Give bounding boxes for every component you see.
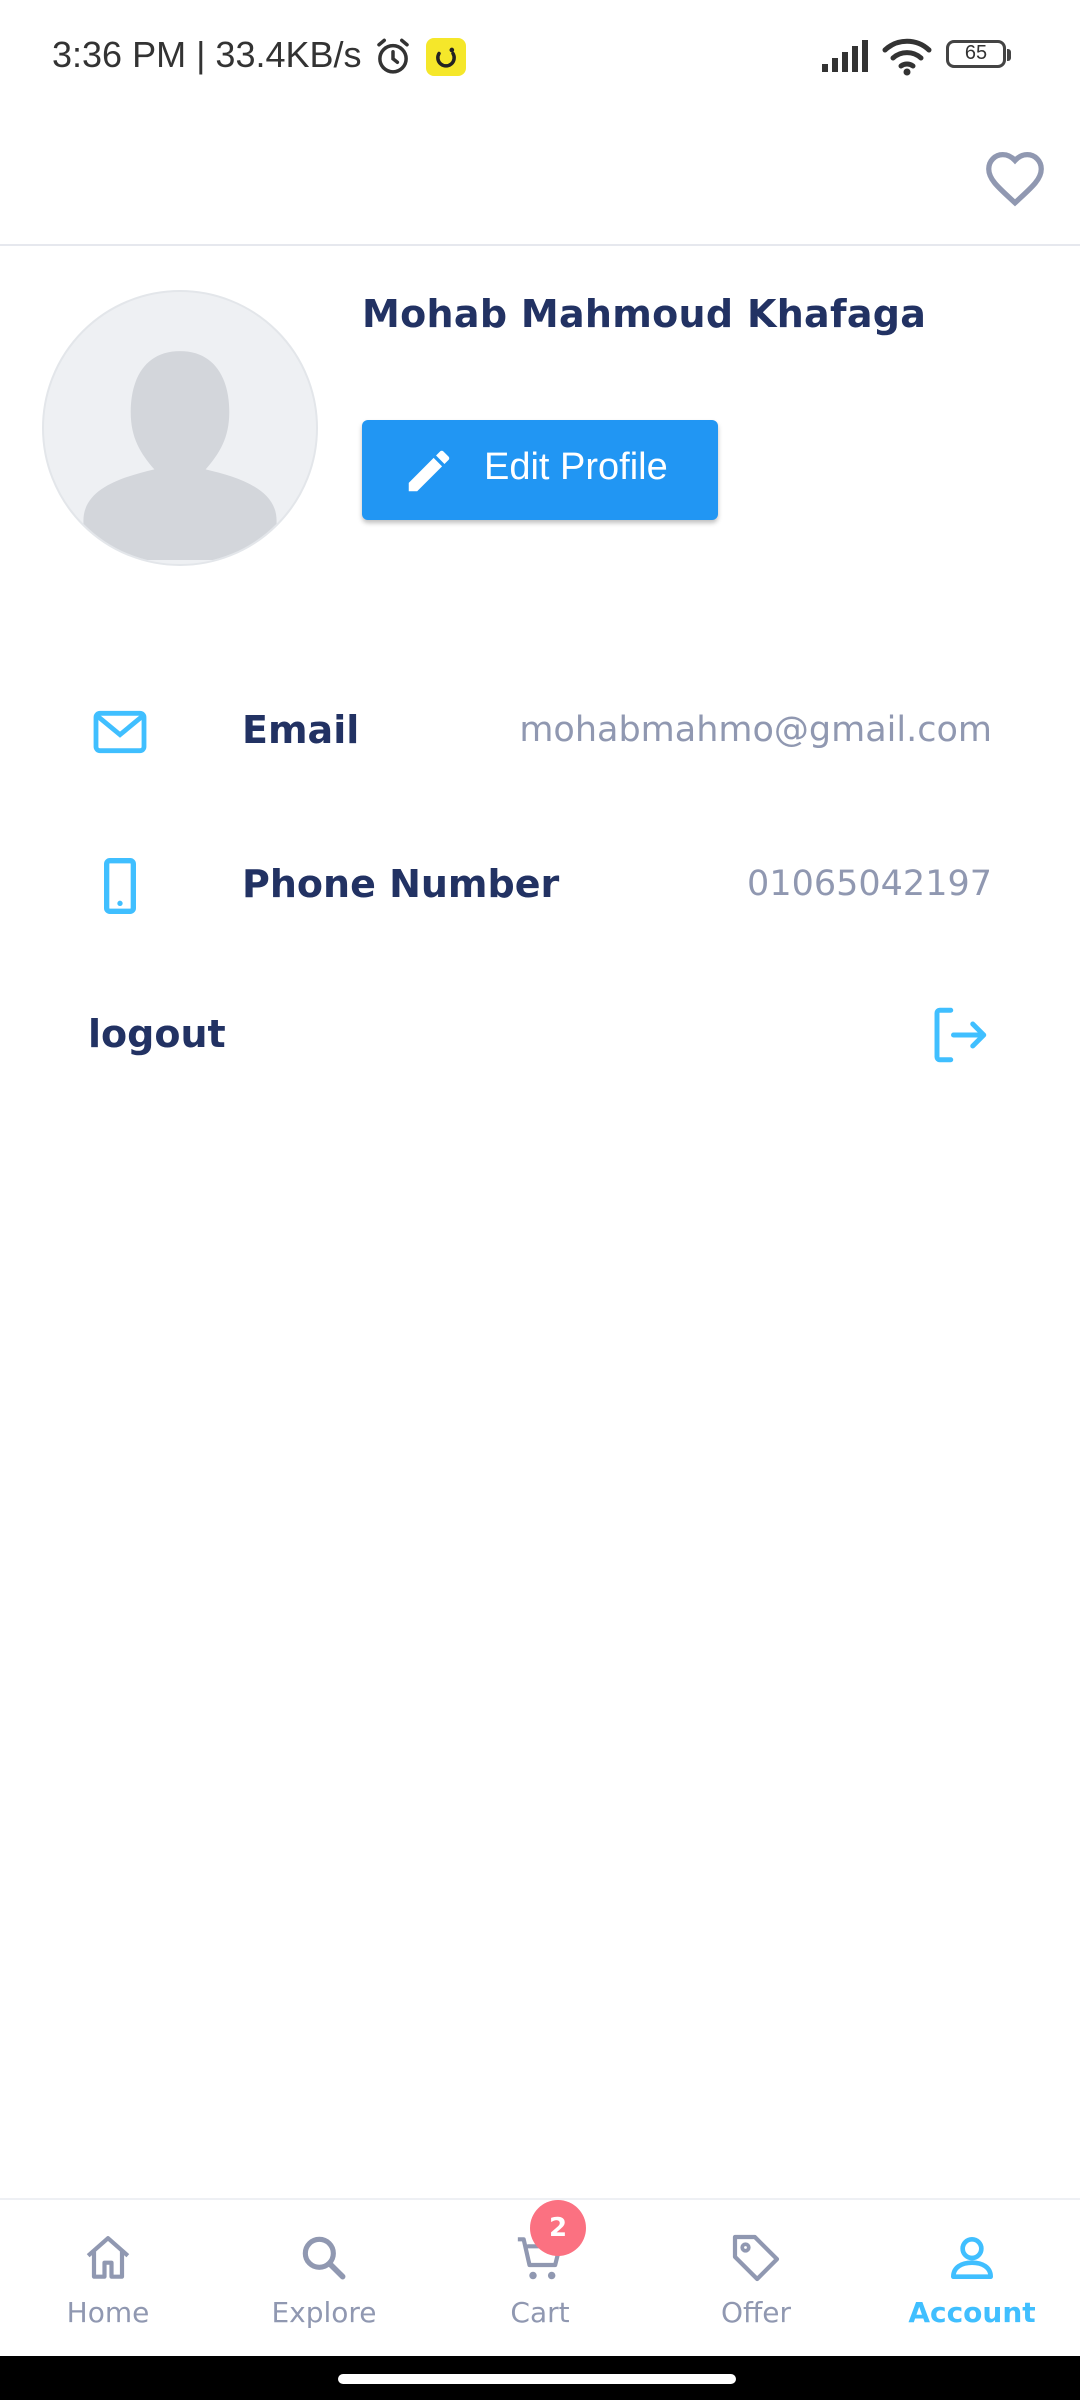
app-notification-icon [426,38,466,76]
nav-account[interactable]: Account [864,2200,1080,2358]
gesture-bar [0,2356,1080,2400]
nav-offer-label: Offer [720,2296,792,2329]
status-bar: 3:36 PM | 33.4KB/s 65 [0,0,1080,115]
logout-icon[interactable] [926,1002,992,1068]
tag-icon [732,2234,780,2282]
phone-icon [104,858,136,914]
app-bar [0,115,1080,246]
home-gesture-handle[interactable] [338,2374,736,2384]
user-name: Mohab Mahmoud Khafaga [362,292,927,336]
signal-icon [822,40,868,72]
nav-explore[interactable]: Explore [216,2200,432,2358]
pencil-icon [408,450,450,492]
alarm-icon [377,38,409,74]
battery-level: 65 [964,42,988,64]
nav-offer[interactable]: Offer [648,2200,864,2358]
email-row: Email mohabmahmo@gmail.com [0,680,1080,780]
battery-icon: 65 [946,40,1011,72]
logout-label: logout [88,1012,226,1056]
nav-home[interactable]: Home [0,2200,216,2358]
user-icon [951,2237,993,2279]
phone-label: Phone Number [242,862,560,906]
status-time-speed: 3:36 PM | 33.4KB/s [52,34,362,75]
default-avatar-icon [83,351,277,561]
search-icon [302,2236,346,2280]
phone-value: 01065042197 [747,864,992,904]
nav-explore-label: Explore [271,2296,377,2329]
home-icon [86,2236,130,2279]
nav-cart-label: Cart [510,2296,570,2329]
heart-icon[interactable] [980,143,1050,213]
avatar [42,290,318,566]
edit-profile-button[interactable]: Edit Profile [362,420,718,520]
mail-icon [93,710,147,754]
logout-row[interactable]: logout [0,990,1080,1090]
phone-row: Phone Number 01065042197 [0,834,1080,934]
nav-home-label: Home [66,2296,150,2329]
edit-profile-label: Edit Profile [484,446,668,488]
wifi-icon [882,38,932,76]
email-label: Email [242,708,360,752]
nav-account-label: Account [908,2296,1036,2329]
email-value: mohabmahmo@gmail.com [519,710,992,750]
cart-badge: 2 [530,2200,586,2256]
